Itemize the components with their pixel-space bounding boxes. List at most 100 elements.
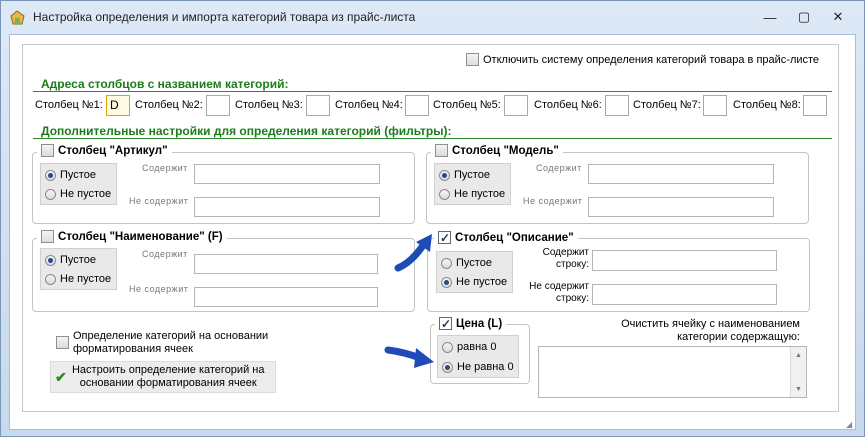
option-label: Пустое (454, 169, 490, 181)
description-notempty-option[interactable]: Не пустое (441, 276, 507, 288)
column-3-input[interactable] (306, 95, 330, 116)
description-group-header[interactable]: Столбец "Описание" (434, 231, 578, 244)
model-notempty-option[interactable]: Не пустое (439, 188, 505, 200)
name-empty-option[interactable]: Пустое (45, 254, 96, 266)
column-2-label: Столбец №2: (135, 99, 203, 111)
description-checkbox[interactable] (438, 231, 451, 244)
article-group-header[interactable]: Столбец "Артикул" (37, 144, 172, 157)
article-notempty-option[interactable]: Не пустое (45, 188, 111, 200)
option-label: Пустое (60, 254, 96, 266)
radio-button[interactable] (439, 188, 450, 200)
option-label: Не пустое (60, 273, 112, 285)
model-checkbox[interactable] (435, 144, 448, 157)
column-7-input[interactable] (703, 95, 727, 116)
clear-cell-textarea[interactable]: ▲ ▼ (538, 346, 807, 398)
close-button[interactable]: ✕ (824, 8, 852, 26)
configure-format-label-line1: Настроить определение категорий на (71, 364, 265, 376)
clear-cell-label-line1: Очистить ячейку с наименованием (621, 318, 800, 330)
section-divider (33, 91, 832, 92)
scroll-down-icon[interactable]: ▼ (791, 381, 806, 397)
radio-button[interactable] (442, 341, 453, 353)
radio-button[interactable] (45, 169, 56, 181)
window-title: Настройка определения и импорта категори… (33, 10, 416, 24)
name-contains-label: Содержит (142, 249, 188, 259)
column-1-label: Столбец №1: (35, 99, 103, 111)
radio-button[interactable] (45, 188, 56, 200)
price-equal-option[interactable]: равна 0 (442, 341, 496, 353)
format-category-label-line2: форматирования ячеек (73, 343, 193, 355)
column-3-label: Столбец №3: (235, 99, 303, 111)
resize-grip-icon[interactable]: ◢ (846, 420, 856, 430)
annotation-arrow-icon (384, 346, 434, 368)
configure-format-button[interactable]: ✔ Настроить определение категорий на осн… (50, 361, 276, 393)
format-category-option[interactable]: Определение категорий на основании форма… (56, 330, 268, 356)
column-4-input[interactable] (405, 95, 429, 116)
section-divider (33, 138, 832, 139)
name-group-header[interactable]: Столбец "Наименование" (F) (37, 230, 227, 243)
scroll-up-icon[interactable]: ▲ (791, 347, 806, 363)
column-5-input[interactable] (504, 95, 528, 116)
price-group-header[interactable]: Цена (L) (435, 317, 507, 330)
article-checkbox[interactable] (41, 144, 54, 157)
scrollbar[interactable]: ▲ ▼ (790, 347, 806, 397)
option-label: Не пустое (454, 188, 506, 200)
price-notequal-option[interactable]: Не равна 0 (442, 361, 514, 373)
name-notcontains-input[interactable] (194, 287, 378, 307)
configure-format-label-line2: основании форматирования ячеек (79, 377, 257, 389)
name-notcontains-label: Не содержит (129, 284, 189, 294)
disable-system-option[interactable]: Отключить систему определения категорий … (466, 53, 819, 66)
description-empty-option[interactable]: Пустое (441, 257, 492, 269)
description-title: Столбец "Описание" (455, 231, 574, 244)
model-notcontains-input[interactable] (588, 197, 774, 217)
column-2-input[interactable] (206, 95, 230, 116)
radio-button[interactable] (441, 257, 452, 269)
radio-button[interactable] (45, 254, 56, 266)
article-contains-input[interactable] (194, 164, 380, 184)
radio-button[interactable] (45, 273, 56, 285)
model-group-header[interactable]: Столбец "Модель" (431, 144, 563, 157)
column-6-input[interactable] (605, 95, 629, 116)
article-notcontains-label: Не содержит (129, 196, 189, 206)
model-radio-group: Пустое Не пустое (434, 163, 511, 205)
clear-cell-label: Очистить ячейку с наименованием категори… (560, 318, 800, 344)
description-notcontains-input[interactable] (592, 284, 777, 305)
article-notcontains-input[interactable] (194, 197, 380, 217)
name-notempty-option[interactable]: Не пустое (45, 273, 111, 285)
price-checkbox[interactable] (439, 317, 452, 330)
name-checkbox[interactable] (41, 230, 54, 243)
column-4-label: Столбец №4: (335, 99, 403, 111)
radio-button[interactable] (439, 169, 450, 181)
name-contains-input[interactable] (194, 254, 378, 274)
description-notcontains-label: Не содержит строку: (529, 281, 589, 304)
description-contains-label: Содержит строку: (542, 247, 589, 270)
column-1-input[interactable]: D (106, 95, 130, 116)
model-notcontains-label: Не содержит (523, 196, 583, 206)
columns-section-title: Адреса столбцов с названием категорий: (41, 77, 289, 91)
model-contains-input[interactable] (588, 164, 774, 184)
column-8-input[interactable] (803, 95, 827, 116)
radio-button[interactable] (442, 361, 453, 373)
price-radio-group: равна 0 Не равна 0 (437, 335, 519, 378)
maximize-button[interactable]: ▢ (790, 8, 818, 26)
model-contains-label: Содержит (536, 163, 582, 173)
option-label: Пустое (456, 257, 492, 269)
title-bar: Настройка определения и импорта категори… (0, 0, 865, 34)
description-contains-input[interactable] (592, 250, 777, 271)
minimize-button[interactable]: — (756, 8, 784, 26)
option-label: Не пустое (456, 276, 508, 288)
radio-button[interactable] (441, 276, 452, 288)
model-empty-option[interactable]: Пустое (439, 169, 490, 181)
column-5-label: Столбец №5: (433, 99, 501, 111)
checkmark-icon: ✔ (55, 368, 67, 385)
column-8-label: Столбец №8: (733, 99, 801, 111)
article-contains-label: Содержит (142, 163, 188, 173)
format-category-checkbox[interactable] (56, 336, 69, 349)
disable-system-checkbox[interactable] (466, 53, 479, 66)
clear-cell-label-line2: категории содержащую: (677, 331, 800, 343)
option-label: Не пустое (60, 188, 112, 200)
article-empty-option[interactable]: Пустое (45, 169, 96, 181)
name-radio-group: Пустое Не пустое (40, 248, 117, 290)
price-title: Цена (L) (456, 317, 503, 330)
description-radio-group: Пустое Не пустое (436, 251, 513, 293)
name-title: Столбец "Наименование" (F) (58, 230, 223, 243)
